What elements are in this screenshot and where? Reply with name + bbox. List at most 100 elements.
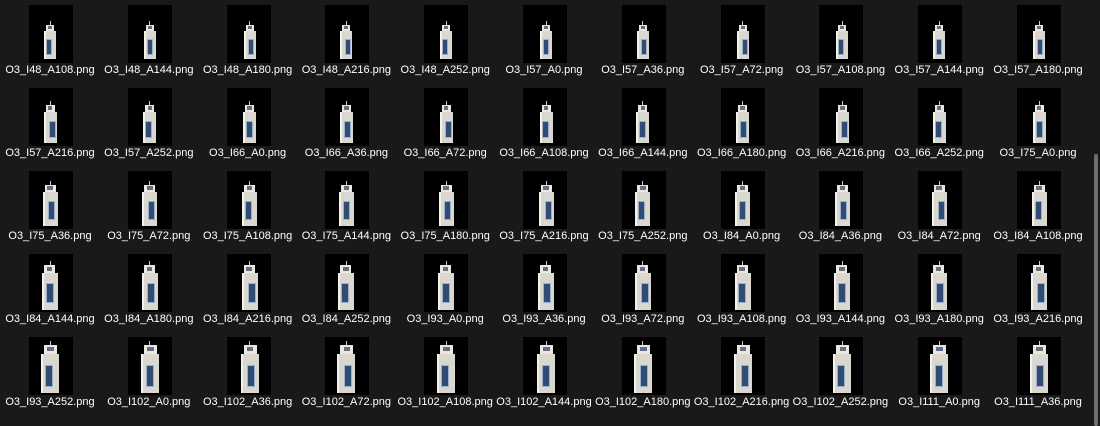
file-tile[interactable]: O3_I75_A216.png xyxy=(495,167,593,250)
file-tile[interactable]: O3_I57_A72.png xyxy=(693,1,791,84)
file-tile[interactable]: O3_I66_A72.png xyxy=(396,84,494,167)
file-tile[interactable]: O3_I84_A180.png xyxy=(100,250,198,333)
file-tile[interactable]: O3_I93_A144.png xyxy=(791,250,889,333)
file-thumbnail xyxy=(523,254,567,312)
file-tile[interactable]: O3_I102_A0.png xyxy=(100,333,198,416)
file-tile[interactable]: O3_I93_A180.png xyxy=(890,250,988,333)
file-tile[interactable]: O3_I57_A180.png xyxy=(989,1,1087,84)
file-name: O3_I84_A108.png xyxy=(993,230,1083,242)
file-thumbnail xyxy=(621,171,666,229)
lighthouse-image xyxy=(931,261,948,312)
file-tile[interactable]: O3_I66_A36.png xyxy=(297,84,395,167)
file-thumbnail xyxy=(1017,337,1061,395)
file-name: O3_I48_A180.png xyxy=(202,64,293,76)
lighthouse-image xyxy=(42,261,58,312)
file-tile[interactable]: O3_I84_A72.png xyxy=(890,167,988,250)
file-tile[interactable]: O3_I84_A0.png xyxy=(693,167,791,250)
file-name: O3_I75_A0.png xyxy=(999,147,1077,159)
file-tile[interactable]: O3_I102_A252.png xyxy=(791,333,889,416)
scrollbar-thumb[interactable] xyxy=(1094,154,1098,426)
file-tile[interactable]: O3_I102_A180.png xyxy=(594,333,692,416)
file-name: O3_I66_A216.png xyxy=(795,147,886,159)
lighthouse-image xyxy=(440,21,453,61)
file-tile[interactable]: O3_I75_A72.png xyxy=(100,167,198,250)
file-thumbnail xyxy=(523,337,567,395)
lighthouse-image xyxy=(1031,181,1047,228)
file-name: O3_I48_A108.png xyxy=(5,64,95,76)
file-thumbnail xyxy=(29,88,73,146)
lighthouse-image xyxy=(931,181,947,228)
file-thumbnail xyxy=(819,88,864,146)
file-name: O3_I111_A0.png xyxy=(898,396,980,408)
lighthouse-image xyxy=(240,341,259,395)
lighthouse-image xyxy=(243,101,257,145)
file-tile[interactable]: O3_I66_A108.png xyxy=(495,84,593,167)
lighthouse-image xyxy=(539,101,553,145)
file-name: O3_I84_A36.png xyxy=(798,230,882,242)
file-name: O3_I102_A72.png xyxy=(301,396,392,408)
file-tile[interactable]: O3_I48_A180.png xyxy=(199,1,297,84)
file-name: O3_I93_A36.png xyxy=(502,313,586,325)
file-tile[interactable]: O3_I48_A144.png xyxy=(100,1,198,84)
file-tile[interactable]: O3_I93_A108.png xyxy=(693,250,791,333)
file-tile[interactable]: O3_I75_A144.png xyxy=(297,167,395,250)
file-tile[interactable]: O3_I66_A180.png xyxy=(693,84,791,167)
file-tile[interactable]: O3_I84_A144.png xyxy=(1,250,99,333)
file-tile[interactable]: O3_I57_A252.png xyxy=(100,84,198,167)
file-name: O3_I102_A36.png xyxy=(202,396,293,408)
file-tile[interactable]: O3_I48_A216.png xyxy=(297,1,395,84)
file-tile[interactable]: O3_I102_A36.png xyxy=(199,333,297,416)
file-name: O3_I75_A36.png xyxy=(8,230,92,242)
lighthouse-image xyxy=(736,101,750,145)
file-tile[interactable]: O3_I111_A36.png xyxy=(989,333,1087,416)
file-tile[interactable]: O3_I102_A108.png xyxy=(396,333,494,416)
file-tile[interactable]: O3_I84_A108.png xyxy=(989,167,1087,250)
file-thumbnail xyxy=(226,254,271,312)
file-tile[interactable]: O3_I93_A72.png xyxy=(594,250,692,333)
file-name: O3_I84_A72.png xyxy=(897,230,981,242)
file-tile[interactable]: O3_I57_A0.png xyxy=(495,1,593,84)
file-tile[interactable]: O3_I57_A108.png xyxy=(791,1,889,84)
file-tile[interactable]: O3_I57_A216.png xyxy=(1,84,99,167)
file-tile[interactable]: O3_I102_A144.png xyxy=(495,333,593,416)
vertical-scrollbar[interactable] xyxy=(1091,0,1100,426)
file-tile[interactable]: O3_I75_A180.png xyxy=(396,167,494,250)
file-tile[interactable]: O3_I75_A0.png xyxy=(989,84,1087,167)
file-tile[interactable]: O3_I66_A0.png xyxy=(199,84,297,167)
file-thumbnail xyxy=(29,254,73,312)
file-tile[interactable]: O3_I102_A72.png xyxy=(297,333,395,416)
file-tile[interactable]: O3_I93_A36.png xyxy=(495,250,593,333)
file-name: O3_I102_A108.png xyxy=(397,396,493,408)
lighthouse-image xyxy=(1032,101,1046,145)
file-tile[interactable]: O3_I66_A216.png xyxy=(791,84,889,167)
file-tile[interactable]: O3_I75_A36.png xyxy=(1,167,99,250)
lighthouse-image xyxy=(340,21,353,61)
file-tile[interactable]: O3_I102_A216.png xyxy=(693,333,791,416)
file-tile[interactable]: O3_I111_A0.png xyxy=(890,333,988,416)
file-thumbnail xyxy=(29,171,73,229)
file-thumbnail xyxy=(720,171,765,229)
file-tile[interactable]: O3_I48_A252.png xyxy=(396,1,494,84)
lighthouse-image xyxy=(140,341,159,395)
file-tile[interactable]: O3_I75_A108.png xyxy=(199,167,297,250)
file-tile[interactable]: O3_I66_A144.png xyxy=(594,84,692,167)
file-tile[interactable]: O3_I57_A144.png xyxy=(890,1,988,84)
file-tile[interactable]: O3_I48_A108.png xyxy=(1,1,99,84)
file-tile[interactable]: O3_I57_A36.png xyxy=(594,1,692,84)
file-tile[interactable]: O3_I93_A216.png xyxy=(989,250,1087,333)
file-thumbnail xyxy=(29,5,73,63)
file-tile[interactable]: O3_I93_A252.png xyxy=(1,333,99,416)
lighthouse-image xyxy=(833,341,852,395)
file-thumbnail xyxy=(523,171,567,229)
file-tile[interactable]: O3_I66_A252.png xyxy=(890,84,988,167)
file-tile[interactable]: O3_I93_A0.png xyxy=(396,250,494,333)
file-tile[interactable]: O3_I84_A252.png xyxy=(297,250,395,333)
file-tile[interactable]: O3_I84_A36.png xyxy=(791,167,889,250)
file-name: O3_I111_A36.png xyxy=(994,396,1082,408)
file-thumbnail xyxy=(720,254,765,312)
file-thumbnail xyxy=(127,5,172,63)
file-tile[interactable]: O3_I84_A216.png xyxy=(199,250,297,333)
lighthouse-image xyxy=(1031,261,1047,312)
lighthouse-image xyxy=(41,341,59,395)
file-tile[interactable]: O3_I75_A252.png xyxy=(594,167,692,250)
